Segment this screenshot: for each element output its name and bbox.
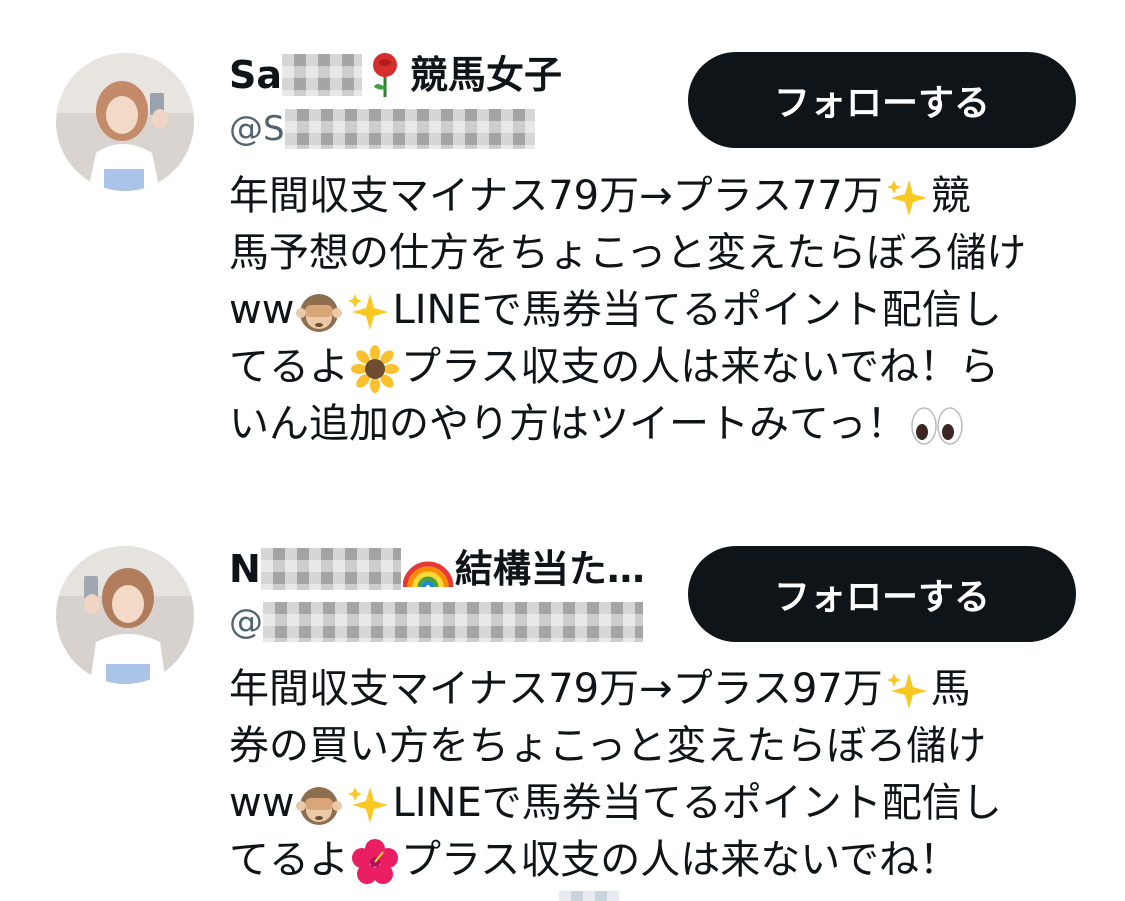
display-name[interactable]: Sa 競馬女子 [229, 51, 562, 99]
display-name-visible: Sa [229, 53, 283, 97]
bio-line: いん追加のやり方はツイートみてっ！ [229, 396, 1079, 453]
redacted-name [282, 54, 363, 96]
see-no-evil-monkey-icon [296, 782, 343, 828]
sparkles-icon [346, 290, 390, 334]
bio-line: 年間収支マイナス79万→プラス97万馬 [229, 666, 971, 713]
display-name-suffix: 結構当た… [454, 547, 645, 591]
display-name-suffix: 競馬女子 [410, 53, 563, 97]
rainbow-icon [402, 547, 453, 591]
follow-button[interactable]: フォローする [688, 546, 1076, 642]
bio-line: 馬予想の仕方をちょこっと変えたらぼろ儲け [229, 230, 1027, 276]
user-bio: 年間収支マイナス79万→プラス77万競 馬予想の仕方をちょこっと変えたらぼろ儲け… [229, 168, 1079, 453]
bio-line: てるよ プラス収支の人は来ないでね！ [229, 832, 1079, 889]
redacted-handle [263, 602, 643, 642]
sparkles-icon [885, 176, 929, 220]
bio-line: 券の買い方をちょこっと変えたらぼろ儲け [229, 723, 987, 769]
display-name[interactable]: N 結構当た… [229, 545, 645, 593]
cut-off-content [229, 885, 749, 901]
handle-visible: @ [229, 602, 263, 642]
redacted-text [559, 891, 619, 901]
display-name-visible: N [229, 547, 261, 591]
see-no-evil-monkey-icon [296, 289, 343, 335]
redacted-handle [284, 109, 535, 149]
bio-line: ww LINEで馬券当てるポイント配信し [229, 780, 1002, 828]
hibiscus-icon [351, 838, 399, 886]
user-handle: @ [229, 600, 643, 644]
rose-icon [366, 51, 406, 99]
sparkles-icon [885, 669, 929, 713]
redacted-name [260, 548, 401, 590]
sparkles-icon [346, 783, 390, 827]
sunflower-icon [351, 345, 399, 393]
bio-line: てるよ プラス収支の人は来ないでね！ら [229, 339, 1079, 396]
eyes-icon [909, 404, 965, 448]
user-bio: 年間収支マイナス79万→プラス97万馬 券の買い方をちょこっと変えたらぼろ儲け … [229, 661, 1079, 889]
avatar[interactable] [56, 53, 194, 191]
handle-visible: @S [229, 109, 285, 149]
bio-line: 年間収支マイナス79万→プラス77万競 [229, 173, 971, 220]
user-handle: @S [229, 107, 535, 151]
bio-line: ww LINEで馬券当てるポイント配信し [229, 287, 1002, 335]
avatar[interactable] [56, 546, 194, 684]
follow-button[interactable]: フォローする [688, 52, 1076, 148]
